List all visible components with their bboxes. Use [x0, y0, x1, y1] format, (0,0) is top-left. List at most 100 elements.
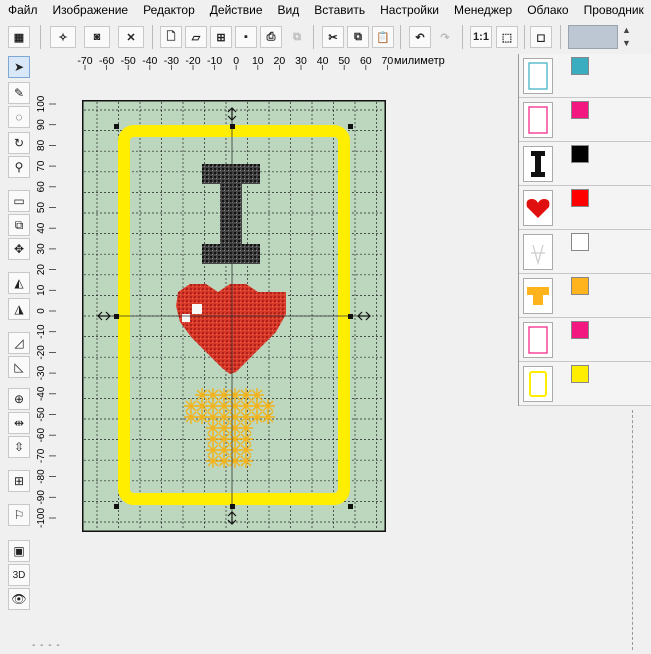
- zoom-1to1-icon[interactable]: 1:1: [470, 26, 492, 48]
- palette-item-white[interactable]: [519, 230, 651, 274]
- open-folder-icon[interactable]: ▱: [185, 26, 207, 48]
- align-horizontal-icon[interactable]: ⇹: [8, 412, 30, 434]
- palette-thumbnail[interactable]: [523, 234, 553, 270]
- distribute-icon[interactable]: ⊞: [8, 470, 30, 492]
- panel-divider: [632, 410, 634, 650]
- toolbar-separator: [462, 25, 463, 49]
- palette-thumbnail[interactable]: [523, 322, 553, 358]
- redo-icon[interactable]: ↷: [434, 26, 456, 48]
- tool-panel: ➤ ✎ ◌ ↻ ⚲ ▭ ⧉ ✥ ◭ ◮ ◿ ◺ ⊕ ⇹ ⇳ ⊞ ⚐ ▣ 3D 👁: [4, 56, 30, 616]
- ruler-v-tick: 10: [36, 284, 47, 296]
- palette-color-swatch[interactable]: [571, 57, 589, 75]
- ruler-v-tick: 0: [36, 308, 47, 314]
- palette-color-swatch[interactable]: [571, 101, 589, 119]
- rotate-icon[interactable]: ↻: [8, 132, 30, 154]
- node-edit-icon[interactable]: ✎: [8, 82, 30, 104]
- design-canvas[interactable]: [82, 100, 386, 532]
- resize-icon[interactable]: ⧉: [8, 214, 30, 236]
- cross-stitch-icon[interactable]: ✕: [118, 26, 144, 48]
- zoom-fit-icon[interactable]: ⬚: [496, 26, 518, 48]
- copy-icon[interactable]: ⧉: [347, 26, 369, 48]
- menu-item-3[interactable]: Действие: [202, 0, 270, 20]
- disk-copy-icon[interactable]: ⧉: [286, 26, 308, 48]
- ruler-v-tick: 30: [36, 243, 47, 255]
- skew-icon[interactable]: ◿: [8, 332, 30, 354]
- center-icon[interactable]: ⊕: [8, 388, 30, 410]
- undo-icon[interactable]: ↶: [409, 26, 431, 48]
- palette-color-swatch[interactable]: [571, 277, 589, 295]
- ruler-v-tick: 60: [36, 181, 47, 193]
- magic-wand-icon[interactable]: ✧: [50, 26, 76, 48]
- mirror-horizontal-icon[interactable]: ◭: [8, 272, 30, 294]
- spin-up-icon[interactable]: ▲: [622, 25, 631, 35]
- palette-thumbnail[interactable]: [523, 58, 553, 94]
- ruler-v-tick: 100: [36, 96, 47, 112]
- palette-item-heart[interactable]: [519, 186, 651, 230]
- palette-thumbnail[interactable]: [523, 102, 553, 138]
- palette-item-letter-i[interactable]: [519, 142, 651, 186]
- current-color-field[interactable]: [568, 25, 618, 49]
- camera-icon[interactable]: ◙: [84, 26, 110, 48]
- menu-item-5[interactable]: Вставить: [306, 0, 372, 20]
- palette-thumbnail[interactable]: [523, 278, 553, 314]
- menu-item-4[interactable]: Вид: [270, 0, 307, 20]
- zoom-icon[interactable]: ⚲: [8, 156, 30, 178]
- menu-item-0[interactable]: Файл: [0, 0, 45, 20]
- menu-item-6[interactable]: Настройки: [372, 0, 446, 20]
- scroll-dots: - - - -: [32, 640, 61, 651]
- new-file-icon[interactable]: 🗋: [160, 26, 182, 48]
- stitch-preview-icon[interactable]: ⚐: [8, 504, 30, 526]
- ruler-v-tick: 80: [36, 139, 47, 151]
- palette-item-flower[interactable]: [519, 274, 651, 318]
- menu-item-9[interactable]: Проводник: [576, 0, 651, 20]
- spin-down-icon[interactable]: ▼: [622, 38, 631, 48]
- rectangle-select-icon[interactable]: ▭: [8, 190, 30, 212]
- toolbar-separator: [560, 25, 561, 49]
- palette-thumbnail[interactable]: [523, 146, 553, 182]
- zoom-1to1-label: 1:1: [473, 31, 489, 43]
- palette-thumbnail[interactable]: [523, 366, 553, 402]
- show-hide-icon[interactable]: 👁: [8, 588, 30, 610]
- print-icon[interactable]: ⎙: [260, 26, 282, 48]
- floppy-icon[interactable]: ▦: [8, 26, 30, 48]
- palette-color-swatch[interactable]: [571, 145, 589, 163]
- palette-color-swatch[interactable]: [571, 365, 589, 383]
- cut-icon[interactable]: ✂: [322, 26, 344, 48]
- palette-color-swatch[interactable]: [571, 189, 589, 207]
- ruler-v-tick: 20: [36, 264, 47, 276]
- vertical-ruler: 1009080706050403020100-10-20-30-40-50-60…: [36, 96, 56, 528]
- ruler-v-tick: -40: [36, 386, 47, 401]
- 3d-view-icon[interactable]: 3D: [8, 564, 30, 586]
- palette-item-pink-outline[interactable]: [519, 98, 651, 142]
- palette-color-swatch[interactable]: [571, 233, 589, 251]
- save-to-icon[interactable]: ⊞: [210, 26, 232, 48]
- stop-icon[interactable]: ◻: [530, 26, 552, 48]
- menu-item-7[interactable]: Менеджер: [446, 0, 519, 20]
- color-palette-panel: [518, 54, 651, 406]
- menu-item-8[interactable]: Облако: [519, 0, 575, 20]
- save-icon[interactable]: ▪: [235, 26, 257, 48]
- menu-item-2[interactable]: Редактор: [135, 0, 202, 20]
- lasso-icon[interactable]: ◌: [8, 106, 30, 128]
- palette-item-yellow-frame[interactable]: [519, 362, 651, 406]
- palette-item-hoop-outline[interactable]: [519, 54, 651, 98]
- horizontal-ruler: -70 -60 -50 -40 -30 -20 -10 0 10 20 30 40 50 60 70: [77, 55, 393, 70]
- ruler-v-tick: -60: [36, 428, 47, 443]
- palette-thumbnail[interactable]: [523, 190, 553, 226]
- palette-color-swatch[interactable]: [571, 321, 589, 339]
- realistic-view-icon[interactable]: ▣: [8, 540, 30, 562]
- shear-icon[interactable]: ◺: [8, 356, 30, 378]
- ruler-unit-label: милиметр: [394, 55, 445, 67]
- select-arrow-icon[interactable]: ➤: [8, 56, 30, 78]
- ruler-v-tick: -100: [36, 508, 47, 528]
- ruler-v-tick: -90: [36, 490, 47, 505]
- palette-item-pink-frame[interactable]: [519, 318, 651, 362]
- ruler-v-tick: -30: [36, 365, 47, 380]
- mirror-vertical-icon[interactable]: ◮: [8, 298, 30, 320]
- toolbar-separator: [152, 25, 153, 49]
- menu-item-1[interactable]: Изображение: [45, 0, 136, 20]
- move-icon[interactable]: ✥: [8, 238, 30, 260]
- align-vertical-icon[interactable]: ⇳: [8, 436, 30, 458]
- ruler-v-tick: -50: [36, 407, 47, 422]
- paste-icon[interactable]: 📋: [372, 26, 394, 48]
